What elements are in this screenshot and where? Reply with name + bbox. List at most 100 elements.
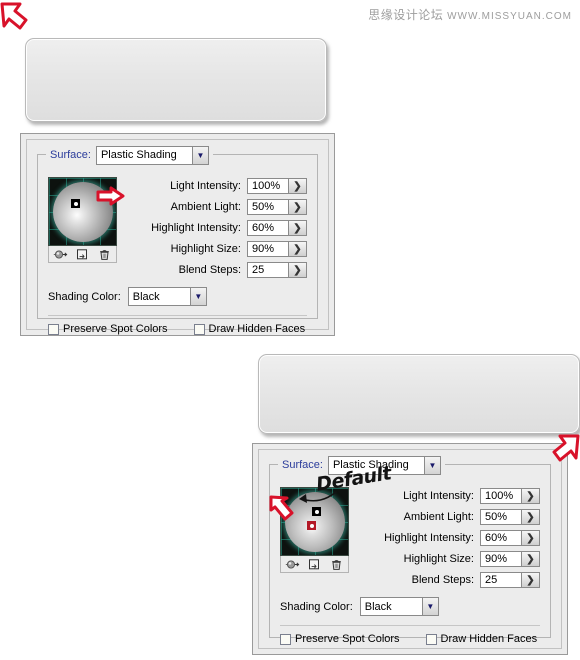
preview-and-fields-row: Light Intensity: 100% ❯ Ambient Light: 5… [280, 487, 540, 588]
field-value: 60% [481, 531, 521, 545]
shading-color-combo[interactable]: Black ▼ [127, 287, 207, 306]
sphere-preview[interactable] [48, 177, 117, 246]
checkbox-box[interactable] [193, 323, 205, 335]
light-intensity-stepper[interactable]: 100% ❯ [247, 178, 307, 194]
field-row: Highlight Size: 90% ❯ [127, 241, 307, 257]
ambient-light-stepper[interactable]: 50% ❯ [480, 509, 540, 525]
chevron-right-icon[interactable]: ❯ [521, 510, 539, 524]
chevron-right-icon[interactable]: ❯ [288, 263, 306, 277]
light-position-marker-default[interactable] [71, 199, 80, 208]
surface-groupbox-body: Light Intensity: 100% ❯ Ambient Light: 5… [270, 479, 550, 645]
duplicate-light-icon[interactable] [307, 558, 322, 571]
surface-groupbox: Surface: Plastic Shading ▼ Light Intensi… [269, 455, 551, 645]
surface-combo[interactable]: Plastic Shading ▼ [95, 145, 209, 165]
surface-field-list: Light Intensity: 100% ❯ Ambient Light: 5… [127, 177, 307, 278]
shading-color-combo[interactable]: Black ▼ [359, 597, 439, 616]
sphere-preview-wrap [48, 177, 117, 263]
preview-and-fields-row: Light Intensity: 100% ❯ Ambient Light: 5… [48, 177, 307, 278]
checkbox-label: Preserve Spot Colors [63, 323, 168, 335]
checkbox-label: Draw Hidden Faces [440, 633, 538, 645]
chevron-right-icon[interactable]: ❯ [288, 221, 306, 235]
field-value: 25 [481, 573, 521, 587]
ambient-light-stepper[interactable]: 50% ❯ [247, 199, 307, 215]
duplicate-light-icon[interactable] [75, 248, 90, 261]
preview-icon-toolbar [280, 556, 349, 573]
shading-color-value: Black [360, 598, 422, 615]
light-position-marker-moved[interactable] [307, 521, 316, 530]
surface-legend: Surface: Plastic Shading ▼ [46, 145, 213, 165]
new-light-source-icon[interactable] [53, 248, 68, 261]
checkbox-row: Preserve Spot Colors Draw Hidden Faces [280, 633, 540, 645]
field-label: Light Intensity: [403, 490, 474, 502]
chevron-down-icon[interactable]: ▼ [421, 598, 438, 615]
field-row: Blend Steps: 25 ❯ [127, 262, 307, 278]
rounded-rectangle-shape-top [25, 38, 327, 122]
watermark-url: WWW.MISSYUAN.COM [447, 11, 572, 22]
surface-groupbox: Surface: Plastic Shading ▼ Light Intensi… [37, 145, 318, 335]
chevron-down-icon[interactable]: ▼ [191, 146, 208, 164]
field-row: Blend Steps: 25 ❯ [359, 572, 540, 588]
chevron-right-icon[interactable]: ❯ [521, 573, 539, 587]
field-row: Ambient Light: 50% ❯ [127, 199, 307, 215]
field-value: 100% [248, 179, 288, 193]
panel-inner-border: Surface: Plastic Shading ▼ Light Intensi… [26, 139, 329, 335]
new-light-source-icon[interactable] [285, 558, 300, 571]
shading-color-value: Black [128, 288, 190, 305]
blend-steps-stepper[interactable]: 25 ❯ [480, 572, 540, 588]
checkbox-box[interactable] [48, 323, 59, 335]
divider [48, 315, 307, 316]
checkbox-row: Preserve Spot Colors Draw Hidden Faces [48, 323, 307, 335]
chevron-right-icon[interactable]: ❯ [288, 200, 306, 214]
preview-icon-toolbar [48, 246, 117, 263]
trash-icon[interactable] [329, 558, 344, 571]
chevron-right-icon[interactable]: ❯ [521, 489, 539, 503]
chevron-right-icon[interactable]: ❯ [521, 531, 539, 545]
draw-hidden-faces-checkbox[interactable]: Draw Hidden Faces [425, 633, 538, 645]
field-row: Light Intensity: 100% ❯ [127, 178, 307, 194]
chevron-right-icon[interactable]: ❯ [521, 552, 539, 566]
sphere-preview-wrap [280, 487, 349, 573]
field-value: 90% [481, 552, 521, 566]
shading-color-label: Shading Color: [48, 290, 121, 303]
draw-hidden-faces-checkbox[interactable]: Draw Hidden Faces [193, 323, 305, 335]
field-value: 100% [481, 489, 521, 503]
surface-groupbox-body: Light Intensity: 100% ❯ Ambient Light: 5… [38, 169, 317, 335]
chevron-down-icon[interactable]: ▼ [189, 288, 206, 305]
field-label: Highlight Size: [403, 553, 474, 565]
field-value: 90% [248, 242, 288, 256]
light-intensity-stepper[interactable]: 100% ❯ [480, 488, 540, 504]
highlight-size-stepper[interactable]: 90% ❯ [480, 551, 540, 567]
preserve-spot-colors-checkbox[interactable]: Preserve Spot Colors [280, 633, 400, 645]
preserve-spot-colors-checkbox[interactable]: Preserve Spot Colors [48, 323, 168, 335]
lighting-effects-panel-after: Surface: Plastic Shading ▼ Light Intensi… [252, 443, 568, 655]
shading-color-row: Shading Color: Black ▼ [48, 287, 307, 306]
chevron-right-icon[interactable]: ❯ [288, 179, 306, 193]
sphere-preview[interactable] [280, 487, 349, 556]
chevron-right-icon[interactable]: ❯ [288, 242, 306, 256]
highlight-intensity-stepper[interactable]: 60% ❯ [480, 530, 540, 546]
field-value: 60% [248, 221, 288, 235]
field-row: Highlight Intensity: 60% ❯ [359, 530, 540, 546]
shading-color-label: Shading Color: [280, 600, 353, 613]
blend-steps-stepper[interactable]: 25 ❯ [247, 262, 307, 278]
field-label: Ambient Light: [170, 201, 241, 213]
surface-field-list: Light Intensity: 100% ❯ Ambient Light: 5… [359, 487, 540, 588]
chevron-down-icon[interactable]: ▼ [423, 456, 440, 474]
highlight-intensity-stepper[interactable]: 60% ❯ [247, 220, 307, 236]
field-label: Light Intensity: [170, 180, 241, 192]
light-position-marker-default[interactable] [312, 507, 321, 516]
checkbox-box[interactable] [280, 633, 291, 645]
surface-label: Surface: [282, 459, 323, 471]
field-value: 50% [481, 510, 521, 524]
checkbox-label: Preserve Spot Colors [295, 633, 400, 645]
shading-color-row: Shading Color: Black ▼ [280, 597, 540, 616]
field-value: 25 [248, 263, 288, 277]
field-label: Blend Steps: [178, 264, 241, 276]
checkbox-box[interactable] [425, 633, 437, 645]
field-row: Highlight Size: 90% ❯ [359, 551, 540, 567]
trash-icon[interactable] [97, 248, 112, 261]
watermark-forum-name: 思缘设计论坛 [368, 8, 444, 22]
panel-inner-border: Surface: Plastic Shading ▼ Light Intensi… [258, 449, 562, 649]
highlight-size-stepper[interactable]: 90% ❯ [247, 241, 307, 257]
field-label: Highlight Intensity: [151, 222, 241, 234]
